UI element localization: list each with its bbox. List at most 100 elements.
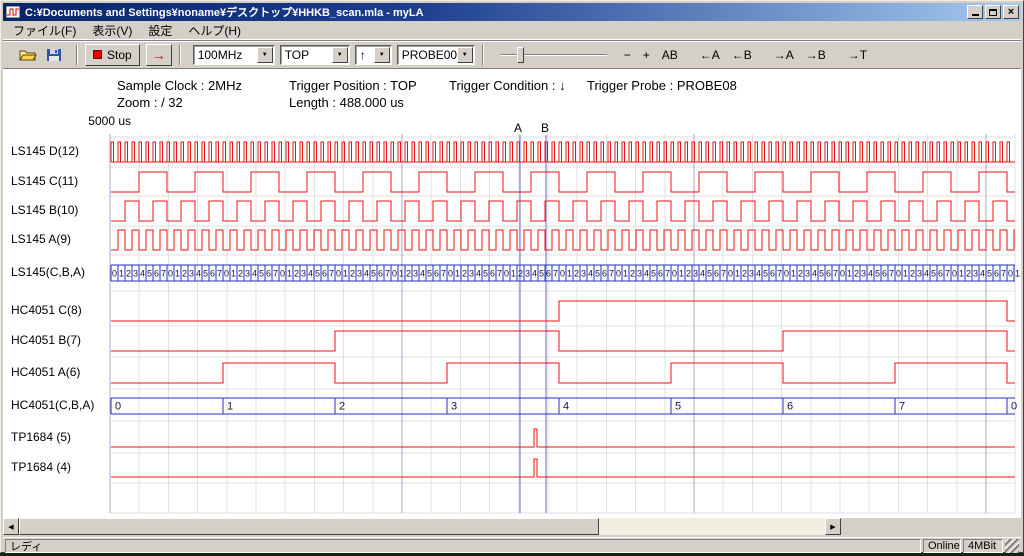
bus-value: 3 <box>861 269 866 279</box>
run-button[interactable]: → <box>146 44 172 66</box>
bus-value: 0 <box>280 269 285 279</box>
chevron-down-icon[interactable]: ▼ <box>257 47 273 63</box>
bus-value: 7 <box>553 269 558 279</box>
zoom-slider[interactable] <box>501 45 607 65</box>
bus-value: 4 <box>420 269 425 279</box>
floppy-disk-icon <box>46 48 62 62</box>
title-bar[interactable]: C:¥Documents and Settings¥noname¥デスクトップ¥… <box>3 3 1021 21</box>
bus-value: 6 <box>266 269 271 279</box>
scrollbar-thumb[interactable] <box>19 518 599 535</box>
bus-value: 5 <box>875 269 880 279</box>
status-online: Online <box>923 539 961 553</box>
menu-file[interactable]: ファイル(F) <box>5 20 84 41</box>
stop-icon <box>93 50 102 59</box>
minimize-button[interactable] <box>967 5 983 19</box>
scroll-right-button[interactable]: ▶ <box>825 518 841 535</box>
bus-value: 2 <box>126 269 131 279</box>
bus-value: 3 <box>469 269 474 279</box>
bus-value: 7 <box>329 269 334 279</box>
waveform-plot[interactable]: 0123456701234567012345670123456701234567… <box>3 69 1021 518</box>
bus-value: 1 <box>735 269 740 279</box>
bus-value: 1 <box>511 269 516 279</box>
bus-value: 0 <box>896 269 901 279</box>
wave-hc4051-c-8 <box>111 301 1015 321</box>
bus-value: 6 <box>434 269 439 279</box>
wave-ls145-a-9 <box>111 230 1015 250</box>
zoom-out-button[interactable]: − <box>619 46 636 64</box>
bus-value: 2 <box>630 269 635 279</box>
move-right-to-a-button[interactable]: →A <box>769 46 799 64</box>
bus-value: 4 <box>644 269 649 279</box>
bus-value: 3 <box>805 269 810 279</box>
bus-value: 2 <box>339 401 345 413</box>
status-ready-text: レディ <box>10 538 42 554</box>
bus-value: 6 <box>938 269 943 279</box>
bus-value: 2 <box>910 269 915 279</box>
resize-grip[interactable] <box>1005 539 1019 553</box>
bus-value: 5 <box>651 269 656 279</box>
bus-value: 2 <box>798 269 803 279</box>
menu-help[interactable]: ヘルプ(H) <box>180 20 249 41</box>
trigger-edge-combo[interactable]: ↑ ▼ <box>355 45 392 65</box>
open-file-button[interactable] <box>17 46 39 64</box>
bus-value: 6 <box>154 269 159 279</box>
scroll-left-button[interactable]: ◀ <box>3 518 19 535</box>
bus-value: 1 <box>679 269 684 279</box>
bus-value: 6 <box>490 269 495 279</box>
sample-clock-combo[interactable]: 100MHz ▼ <box>193 45 275 65</box>
minimize-icon <box>972 8 979 16</box>
bus-value: 0 <box>336 269 341 279</box>
waveform-client-area: Sample Clock : 2MHz Trigger Position : T… <box>3 69 1021 518</box>
trigger-probe-combo[interactable]: PROBE00 ▼ <box>397 45 475 65</box>
bus-value: 1 <box>227 401 233 413</box>
move-right-to-b-button[interactable]: →B <box>801 46 831 64</box>
open-folder-icon <box>19 48 37 62</box>
bus-value: 4 <box>756 269 761 279</box>
trigger-position-value: TOP <box>281 48 332 62</box>
ab-cursors-button[interactable]: AB <box>657 46 683 64</box>
stop-button[interactable]: Stop <box>85 44 140 66</box>
bus-value: 6 <box>787 401 793 413</box>
bus-value: 5 <box>427 269 432 279</box>
move-left-to-a-button[interactable]: ←A <box>695 46 725 64</box>
wave-hc4051-c-b-a: 012345670 <box>111 398 1017 414</box>
horizontal-scrollbar[interactable]: ◀ ▶ <box>3 518 841 535</box>
chevron-down-icon[interactable]: ▼ <box>332 47 348 63</box>
bus-value: 6 <box>322 269 327 279</box>
bus-value: 4 <box>588 269 593 279</box>
bus-value: 4 <box>924 269 929 279</box>
wave-hc4051-b-7 <box>111 331 1015 351</box>
status-online-text: Online <box>928 540 960 552</box>
bus-value: 7 <box>1001 269 1006 279</box>
close-icon: × <box>1008 7 1014 18</box>
bus-value: 6 <box>378 269 383 279</box>
bus-value: 2 <box>966 269 971 279</box>
chevron-down-icon[interactable]: ▼ <box>374 47 390 63</box>
bus-value: 7 <box>833 269 838 279</box>
scrollbar-track[interactable] <box>19 518 825 535</box>
move-left-to-b-button[interactable]: ←B <box>727 46 757 64</box>
bus-value: 5 <box>675 401 681 413</box>
window-controls: × <box>967 5 1019 19</box>
scrollbar-filler <box>841 518 1021 535</box>
bus-value: 3 <box>357 269 362 279</box>
bus-value: 2 <box>406 269 411 279</box>
maximize-button[interactable] <box>985 5 1001 19</box>
chevron-down-icon[interactable]: ▼ <box>457 47 473 63</box>
bus-value: 1 <box>847 269 852 279</box>
trigger-position-combo[interactable]: TOP ▼ <box>280 45 350 65</box>
zoom-slider-thumb[interactable] <box>517 47 524 63</box>
menu-view[interactable]: 表示(V) <box>84 20 140 41</box>
bus-value: 5 <box>483 269 488 279</box>
go-to-trigger-button[interactable]: →T <box>843 46 872 64</box>
menu-settings[interactable]: 設定 <box>140 20 180 41</box>
bus-value: 4 <box>140 269 145 279</box>
toolbar-separator <box>179 45 181 65</box>
bus-value: 5 <box>259 269 264 279</box>
save-file-button[interactable] <box>43 46 65 64</box>
close-button[interactable]: × <box>1003 5 1019 19</box>
bus-value: 7 <box>899 401 905 413</box>
run-arrow-icon: → <box>152 47 166 63</box>
bus-value: 7 <box>945 269 950 279</box>
zoom-in-button[interactable]: + <box>638 46 655 64</box>
